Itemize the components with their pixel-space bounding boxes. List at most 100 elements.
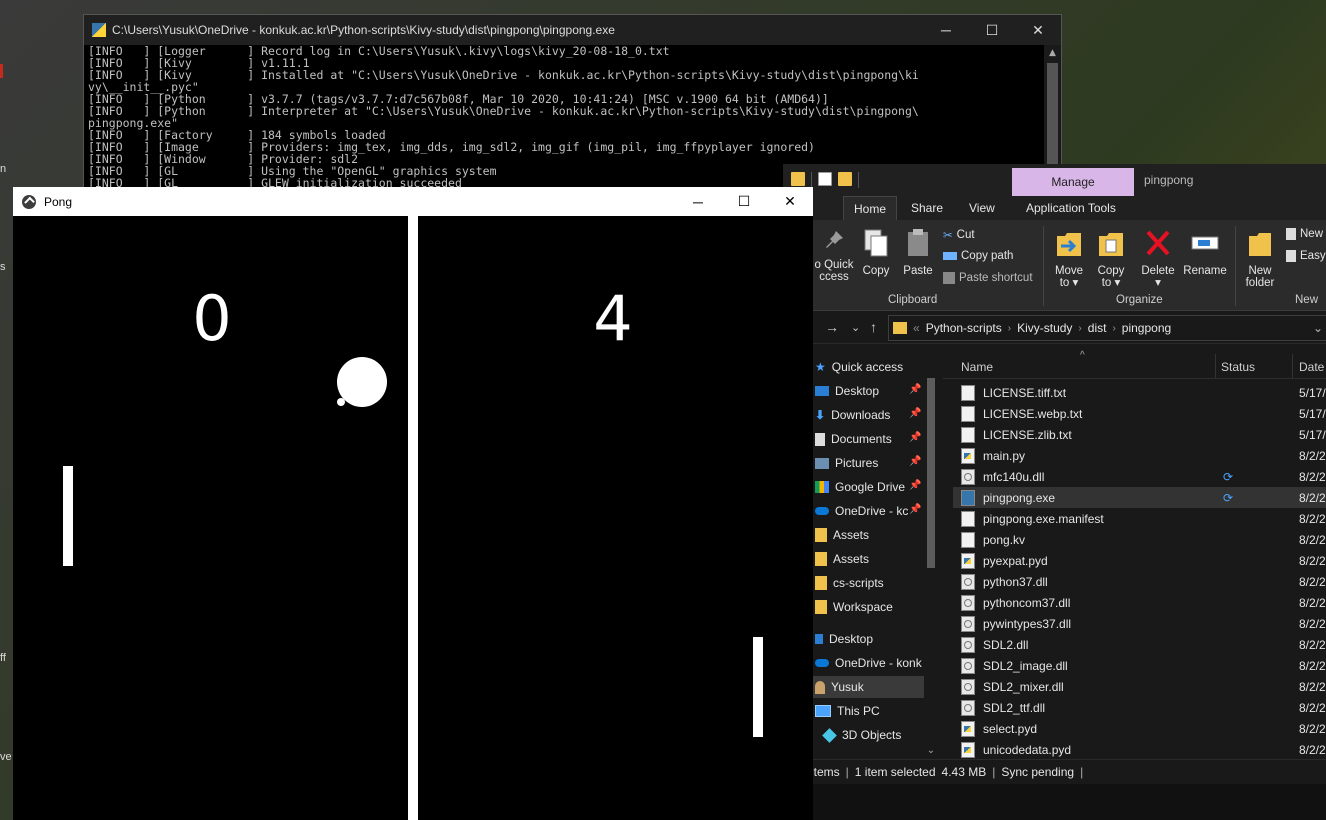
tab-application-tools[interactable]: Application Tools xyxy=(1016,196,1126,220)
minimize-button[interactable]: ─ xyxy=(675,187,721,217)
pong-window[interactable]: Pong ─ ☐ ✕ 0 4 xyxy=(13,187,813,820)
cut-button[interactable]: ✂ Cut xyxy=(943,228,975,242)
pin-icon[interactable]: 📌 xyxy=(909,456,921,467)
nav-folder-workspace[interactable]: Workspace xyxy=(815,596,893,618)
nav-desktop[interactable]: Desktop 📌 xyxy=(815,380,921,402)
file-row[interactable]: pong.kv 8/2/2 xyxy=(953,529,1326,550)
copy-to-button[interactable]: Copy to ▾ xyxy=(1091,228,1131,289)
move-to-button[interactable]: Move to ▾ xyxy=(1049,228,1089,289)
nav-pictures[interactable]: Pictures 📌 xyxy=(815,452,921,474)
breadcrumb-item[interactable]: dist xyxy=(1088,321,1107,335)
pin-icon[interactable]: 📌 xyxy=(909,480,921,491)
tab-manage[interactable]: Manage xyxy=(1012,168,1134,196)
breadcrumb-separator[interactable]: › xyxy=(1078,323,1081,334)
nav-folder-assets[interactable]: Assets xyxy=(815,524,869,546)
pong-court[interactable]: 0 4 xyxy=(13,216,813,820)
file-row[interactable]: select.pyd 8/2/2 xyxy=(953,718,1326,739)
column-header-name[interactable]: Name xyxy=(961,360,993,374)
tab-share[interactable]: Share xyxy=(901,196,953,220)
minimize-button[interactable]: ─ xyxy=(923,15,969,45)
pin-icon[interactable]: 📌 xyxy=(909,432,921,443)
file-row[interactable]: pywintypes37.dll 8/2/2 xyxy=(953,613,1326,634)
column-resize-handle[interactable] xyxy=(1215,354,1216,378)
paste-shortcut-button[interactable]: Paste shortcut xyxy=(943,272,1033,284)
address-dropdown-icon[interactable]: ⌄ xyxy=(1313,321,1323,335)
desktop-label-fragment[interactable]: n xyxy=(0,163,6,175)
breadcrumb-separator[interactable]: › xyxy=(1112,323,1115,334)
nav-this-pc[interactable]: This PC xyxy=(815,700,880,722)
right-paddle[interactable] xyxy=(753,637,763,737)
file-row[interactable]: mfc140u.dll ⟳ 8/2/2 xyxy=(953,466,1326,487)
breadcrumb-item[interactable]: Python-scripts xyxy=(926,321,1002,335)
file-row[interactable]: LICENSE.zlib.txt 5/17/ xyxy=(953,424,1326,445)
file-row[interactable]: pyexpat.pyd 8/2/2 xyxy=(953,550,1326,571)
delete-button[interactable]: Delete ▾ xyxy=(1137,228,1179,289)
close-button[interactable]: ✕ xyxy=(767,187,813,217)
explorer-titlebar[interactable]: Manage pingpong xyxy=(783,164,1326,196)
properties-icon[interactable] xyxy=(818,172,832,186)
nav-user-yusuk[interactable]: Yusuk xyxy=(811,676,925,698)
column-header-status[interactable]: Status xyxy=(1221,360,1255,374)
desktop-icon-fragment[interactable] xyxy=(0,64,3,78)
nav-google-drive[interactable]: Google Drive 📌 xyxy=(815,476,921,498)
tab-home[interactable]: Home xyxy=(843,196,898,221)
recent-locations-icon[interactable]: ⌄ xyxy=(851,321,860,334)
address-bar[interactable]: « Python-scripts › Kivy-study › dist › p… xyxy=(888,315,1326,341)
file-row[interactable]: python37.dll 8/2/2 xyxy=(953,571,1326,592)
copy-button[interactable]: Copy xyxy=(861,228,891,277)
column-header-date[interactable]: Date xyxy=(1299,360,1324,374)
pin-icon[interactable]: 📌 xyxy=(909,408,921,419)
nav-downloads[interactable]: ⬇ Downloads 📌 xyxy=(815,404,921,426)
desktop-label-fragment[interactable]: s xyxy=(0,261,6,273)
file-row[interactable]: LICENSE.webp.txt 5/17/ xyxy=(953,403,1326,424)
nav-desktop-root[interactable]: Desktop xyxy=(815,628,873,650)
up-icon[interactable]: ↑ xyxy=(870,319,877,335)
easy-access-button[interactable]: Easy xyxy=(1286,250,1326,262)
scroll-up-icon[interactable]: ▲ xyxy=(1044,45,1061,61)
file-row[interactable]: main.py 8/2/2 xyxy=(953,445,1326,466)
file-row[interactable]: pingpong.exe.manifest 8/2/2 xyxy=(953,508,1326,529)
file-row[interactable]: SDL2_ttf.dll 8/2/2 xyxy=(953,697,1326,718)
forward-icon[interactable]: → xyxy=(825,319,839,335)
column-resize-handle[interactable] xyxy=(1292,354,1293,378)
copy-path-button[interactable]: Copy path xyxy=(943,250,1013,262)
maximize-button[interactable]: ☐ xyxy=(721,187,767,217)
paste-button[interactable]: Paste xyxy=(901,228,935,277)
tab-view[interactable]: View xyxy=(959,196,1005,220)
nav-pane-scrollbar[interactable]: ⌄ xyxy=(924,360,938,756)
breadcrumb-separator[interactable]: › xyxy=(1008,323,1011,334)
breadcrumb-overflow[interactable]: « xyxy=(913,321,920,335)
scroll-down-icon[interactable]: ⌄ xyxy=(924,745,938,756)
maximize-button[interactable]: ☐ xyxy=(969,15,1015,45)
left-paddle[interactable] xyxy=(63,466,73,566)
nav-folder-cs-scripts[interactable]: cs-scripts xyxy=(815,572,884,594)
desktop-label-fragment[interactable]: ff xyxy=(0,652,6,664)
file-row[interactable]: unicodedata.pyd 8/2/2 xyxy=(953,739,1326,760)
file-row[interactable]: pythoncom37.dll 8/2/2 xyxy=(953,592,1326,613)
nav-quick-access[interactable]: ★ Quick access xyxy=(815,356,903,378)
nav-documents[interactable]: Documents 📌 xyxy=(815,428,921,450)
nav-onedrive-konk[interactable]: OneDrive - konk xyxy=(815,652,922,674)
file-row[interactable]: SDL2_image.dll 8/2/2 xyxy=(953,655,1326,676)
scroll-thumb[interactable] xyxy=(927,378,935,568)
new-folder-icon[interactable] xyxy=(838,172,852,186)
console-titlebar[interactable]: C:\Users\Yusuk\OneDrive - konkuk.ac.kr\P… xyxy=(84,15,1061,45)
file-row[interactable]: SDL2_mixer.dll 8/2/2 xyxy=(953,676,1326,697)
file-row[interactable]: SDL2.dll 8/2/2 xyxy=(953,634,1326,655)
breadcrumb-item[interactable]: Kivy-study xyxy=(1017,321,1072,335)
nav-3d-objects[interactable]: 3D Objects xyxy=(822,724,901,746)
desktop-label-fragment[interactable]: ve xyxy=(0,751,12,763)
pin-icon[interactable]: 📌 xyxy=(909,384,921,395)
breadcrumb-item[interactable]: pingpong xyxy=(1122,321,1171,335)
folder-icon[interactable] xyxy=(791,172,805,186)
pin-quick-access-button[interactable]: o Quick ccess xyxy=(811,228,857,283)
nav-folder-assets[interactable]: Assets xyxy=(815,548,869,570)
pong-titlebar[interactable]: Pong ─ ☐ ✕ xyxy=(13,187,813,216)
file-row[interactable]: pingpong.exe ⟳ 8/2/2 xyxy=(953,487,1326,508)
file-row[interactable]: LICENSE.tiff.txt 5/17/ xyxy=(953,382,1326,403)
close-button[interactable]: ✕ xyxy=(1015,15,1061,45)
rename-button[interactable]: Rename xyxy=(1182,228,1228,277)
file-explorer-window[interactable]: Manage pingpong e Home Share View Applic… xyxy=(783,164,1326,820)
new-item-button[interactable]: New xyxy=(1286,228,1323,240)
new-folder-button[interactable]: New folder xyxy=(1239,228,1281,289)
